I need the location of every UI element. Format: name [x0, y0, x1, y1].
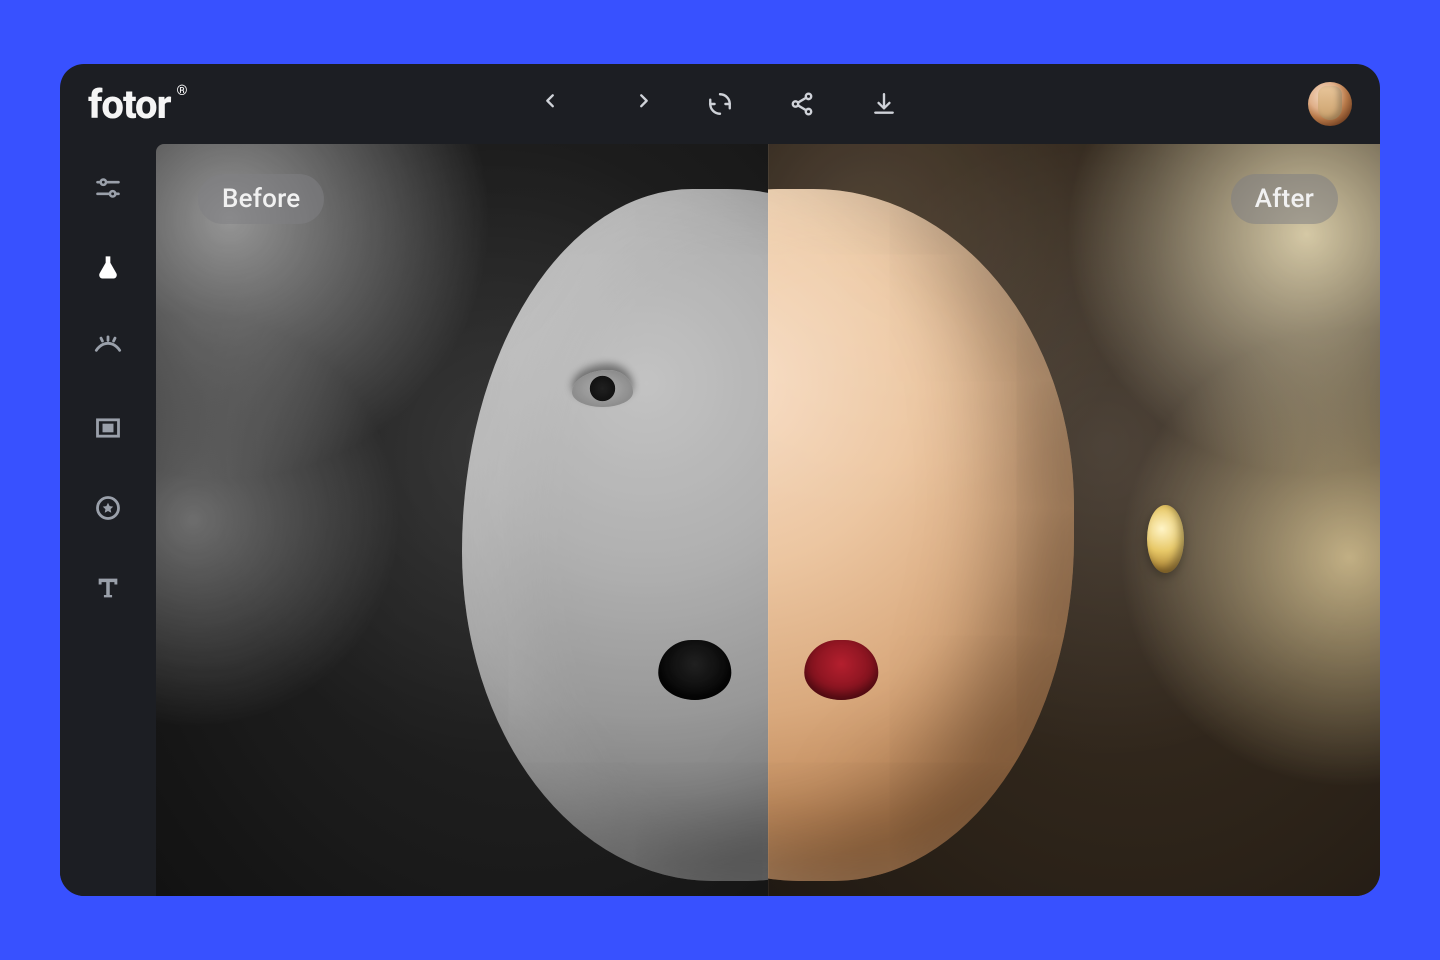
eye-icon — [94, 334, 122, 362]
sidebar-item-adjust[interactable] — [92, 172, 124, 204]
compare-icon — [707, 91, 733, 117]
star-badge-icon — [94, 494, 122, 522]
after-panel — [768, 144, 1380, 896]
brand-mark: ® — [177, 83, 187, 99]
brand-text: fotor — [88, 81, 171, 128]
sidebar-item-effects[interactable] — [92, 252, 124, 284]
sidebar — [60, 144, 156, 896]
text-icon — [94, 574, 122, 602]
body: Before After — [60, 144, 1380, 896]
compare-button[interactable] — [706, 90, 734, 118]
topbar: fotor ® — [60, 64, 1380, 144]
canvas[interactable]: Before After — [156, 144, 1380, 896]
share-button[interactable] — [788, 90, 816, 118]
redo-icon — [625, 91, 651, 117]
sidebar-item-text[interactable] — [92, 572, 124, 604]
redo-button[interactable] — [624, 90, 652, 118]
top-actions — [542, 90, 898, 118]
before-panel — [156, 144, 768, 896]
before-label: Before — [198, 174, 324, 224]
app-window: fotor ® — [60, 64, 1380, 896]
undo-button[interactable] — [542, 90, 570, 118]
undo-icon — [543, 91, 569, 117]
share-icon — [789, 91, 815, 117]
sidebar-item-stickers[interactable] — [92, 492, 124, 524]
frame-icon — [94, 414, 122, 442]
download-button[interactable] — [870, 90, 898, 118]
flask-icon — [94, 254, 122, 282]
sliders-icon — [94, 174, 122, 202]
compare-divider[interactable] — [768, 144, 769, 896]
download-icon — [871, 91, 897, 117]
sidebar-item-beauty[interactable] — [92, 332, 124, 364]
brand-logo[interactable]: fotor ® — [88, 81, 187, 128]
sidebar-item-frames[interactable] — [92, 412, 124, 444]
user-avatar[interactable] — [1308, 82, 1352, 126]
compare-view — [156, 144, 1380, 896]
after-label: After — [1231, 174, 1338, 224]
